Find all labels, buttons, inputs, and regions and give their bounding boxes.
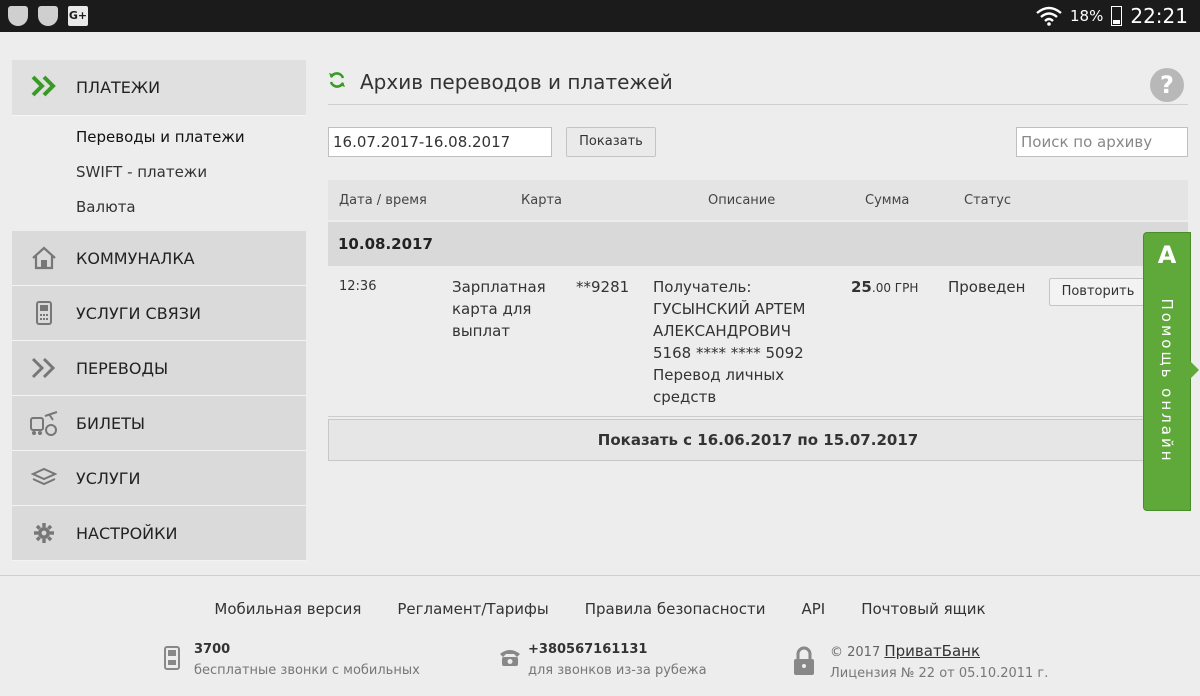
page-header: Архив переводов и платежей xyxy=(328,60,1188,105)
sidebar-item-telecom[interactable]: УСЛУГИ СВЯЗИ xyxy=(12,286,306,341)
gear-icon xyxy=(12,522,76,544)
sidebar-item-label: НАСТРОЙКИ xyxy=(76,523,178,543)
description-line: АЛЕКСАНДРОВИЧ xyxy=(653,322,792,340)
help-icon[interactable]: ? xyxy=(1150,68,1184,102)
page-title: Архив переводов и платежей xyxy=(360,70,673,94)
sidebar-item-label: УСЛУГИ xyxy=(76,468,141,488)
show-button[interactable]: Показать xyxy=(566,127,656,157)
row-amount: 25.00 ГРН xyxy=(851,276,918,299)
repeat-button[interactable]: Повторить xyxy=(1049,278,1147,306)
telephone-icon xyxy=(498,646,528,678)
sidebar-item-label: ПЛАТЕЖИ xyxy=(76,78,161,97)
description-line: ГУСЫНСКИЙ АРТЕМ xyxy=(653,300,806,318)
subnav-item-transfers[interactable]: Переводы и платежи xyxy=(12,120,306,155)
column-header-amount: Сумма xyxy=(865,192,910,208)
sidebar-item-label: КОММУНАЛКА xyxy=(76,248,195,268)
double-chevron-icon xyxy=(12,357,76,379)
column-header-description: Описание xyxy=(708,192,776,208)
help-online-arrow-icon xyxy=(1189,360,1199,380)
bank-link[interactable]: ПриватБанк xyxy=(884,642,980,660)
column-header-datetime: Дата / время xyxy=(339,192,427,208)
footer-copyright: © 2017 ПриватБанк Лицензия № 22 от 05.10… xyxy=(792,642,1048,682)
help-online-logo: А xyxy=(1157,241,1177,269)
description-line: средств xyxy=(653,388,717,406)
footer-links: Мобильная версия Регламент/Тарифы Правил… xyxy=(0,600,1200,618)
column-header-status: Статус xyxy=(964,192,1012,208)
row-description: Получатель: ГУСЫНСКИЙ АРТЕМ АЛЕКСАНДРОВИ… xyxy=(653,276,833,408)
transactions-table: Дата / время Карта Описание Сумма Статус… xyxy=(328,180,1188,461)
footer-link-security[interactable]: Правила безопасности xyxy=(585,600,766,618)
train-plane-icon xyxy=(12,410,76,436)
footer-link-api[interactable]: API xyxy=(801,600,825,618)
copyright-prefix: © 2017 xyxy=(830,645,881,660)
wifi-icon xyxy=(1036,6,1062,26)
sidebar: ПЛАТЕЖИ Переводы и платежи SWIFT - плате… xyxy=(12,60,306,561)
row-card-name: Зарплатная карта для выплат xyxy=(452,278,546,340)
amount-integer: 25 xyxy=(851,278,872,296)
filter-bar: 16.07.2017-16.08.2017 Показать Поиск по … xyxy=(328,127,1188,159)
layers-icon xyxy=(12,467,76,489)
help-online-tab[interactable]: А Помощь онлайн xyxy=(1143,232,1191,511)
sidebar-item-payments[interactable]: ПЛАТЕЖИ xyxy=(12,60,306,116)
sidebar-item-utilities[interactable]: КОММУНАЛКА xyxy=(12,231,306,286)
refresh-icon[interactable] xyxy=(328,70,360,94)
footer-link-tariffs[interactable]: Регламент/Тарифы xyxy=(397,600,548,618)
battery-percent: 18% xyxy=(1070,7,1104,25)
subnav-item-currency[interactable]: Валюта xyxy=(12,190,306,225)
sidebar-item-services[interactable]: УСЛУГИ xyxy=(12,451,306,506)
row-status: Проведен xyxy=(948,278,1026,296)
amount-decimal: .00 ГРН xyxy=(871,281,919,295)
table-row[interactable]: 12:36 Зарплатная карта для выплат **9281… xyxy=(328,266,1188,417)
show-older-button[interactable]: Показать с 16.06.2017 по 15.07.2017 xyxy=(328,419,1188,461)
column-header-card: Карта xyxy=(521,192,562,208)
mobile-phone-icon xyxy=(164,646,194,678)
help-online-label: Помощь онлайн xyxy=(1158,298,1176,464)
sidebar-item-label: ПЕРЕВОДЫ xyxy=(76,358,169,378)
archive-search-input[interactable]: Поиск по архиву xyxy=(1016,127,1188,157)
footer-mobile-phone: 3700 бесплатные звонки с мобильных xyxy=(164,642,420,678)
google-plus-icon: G+ xyxy=(68,6,88,26)
description-line: 5168 **** **** 5092 xyxy=(653,344,804,362)
table-header: Дата / время Карта Описание Сумма Статус xyxy=(328,180,1188,220)
footer-link-mobile[interactable]: Мобильная версия xyxy=(214,600,361,618)
row-time: 12:36 xyxy=(339,279,377,294)
footer: Мобильная версия Регламент/Тарифы Правил… xyxy=(0,575,1200,696)
sidebar-item-label: УСЛУГИ СВЯЗИ xyxy=(76,303,202,323)
description-line: Получатель: xyxy=(653,278,752,296)
lock-icon xyxy=(792,646,830,682)
status-bar: G+ 18% 22:21 xyxy=(0,0,1200,32)
sidebar-item-settings[interactable]: НАСТРОЙКИ xyxy=(12,506,306,561)
double-chevron-icon xyxy=(12,71,76,104)
battery-icon xyxy=(1111,6,1123,26)
sidebar-item-tickets[interactable]: БИЛЕТЫ xyxy=(12,396,306,451)
description-line: Перевод личных xyxy=(653,366,785,384)
house-icon xyxy=(12,246,76,270)
main-content: Архив переводов и платежей ? 16.07.2017-… xyxy=(328,60,1188,461)
subnav-item-swift[interactable]: SWIFT - платежи xyxy=(12,155,306,190)
phone-note: бесплатные звонки с мобильных xyxy=(194,663,420,678)
shield-icon xyxy=(8,6,28,26)
sidebar-item-transfers[interactable]: ПЕРЕВОДЫ xyxy=(12,341,306,396)
date-group-header: 10.08.2017 xyxy=(328,222,1188,266)
phone-note: для звонков из-за рубежа xyxy=(528,663,707,678)
sidebar-item-label: БИЛЕТЫ xyxy=(76,413,145,433)
date-range-input[interactable]: 16.07.2017-16.08.2017 xyxy=(328,127,552,157)
clock: 22:21 xyxy=(1130,4,1188,28)
shield-icon xyxy=(38,6,58,26)
sidebar-subnav: Переводы и платежи SWIFT - платежи Валют… xyxy=(12,116,306,231)
license-text: Лицензия № 22 от 05.10.2011 г. xyxy=(830,666,1049,681)
phone-number: +380567161131 xyxy=(528,642,648,657)
copyright-line: © 2017 ПриватБанк xyxy=(830,642,1048,660)
footer-link-mailbox[interactable]: Почтовый ящик xyxy=(861,600,985,618)
phone-icon xyxy=(12,301,76,325)
row-card-number: **9281 xyxy=(576,278,630,296)
footer-abroad-phone: +380567161131 для звонков из-за рубежа xyxy=(498,642,707,678)
phone-number: 3700 xyxy=(194,642,231,657)
